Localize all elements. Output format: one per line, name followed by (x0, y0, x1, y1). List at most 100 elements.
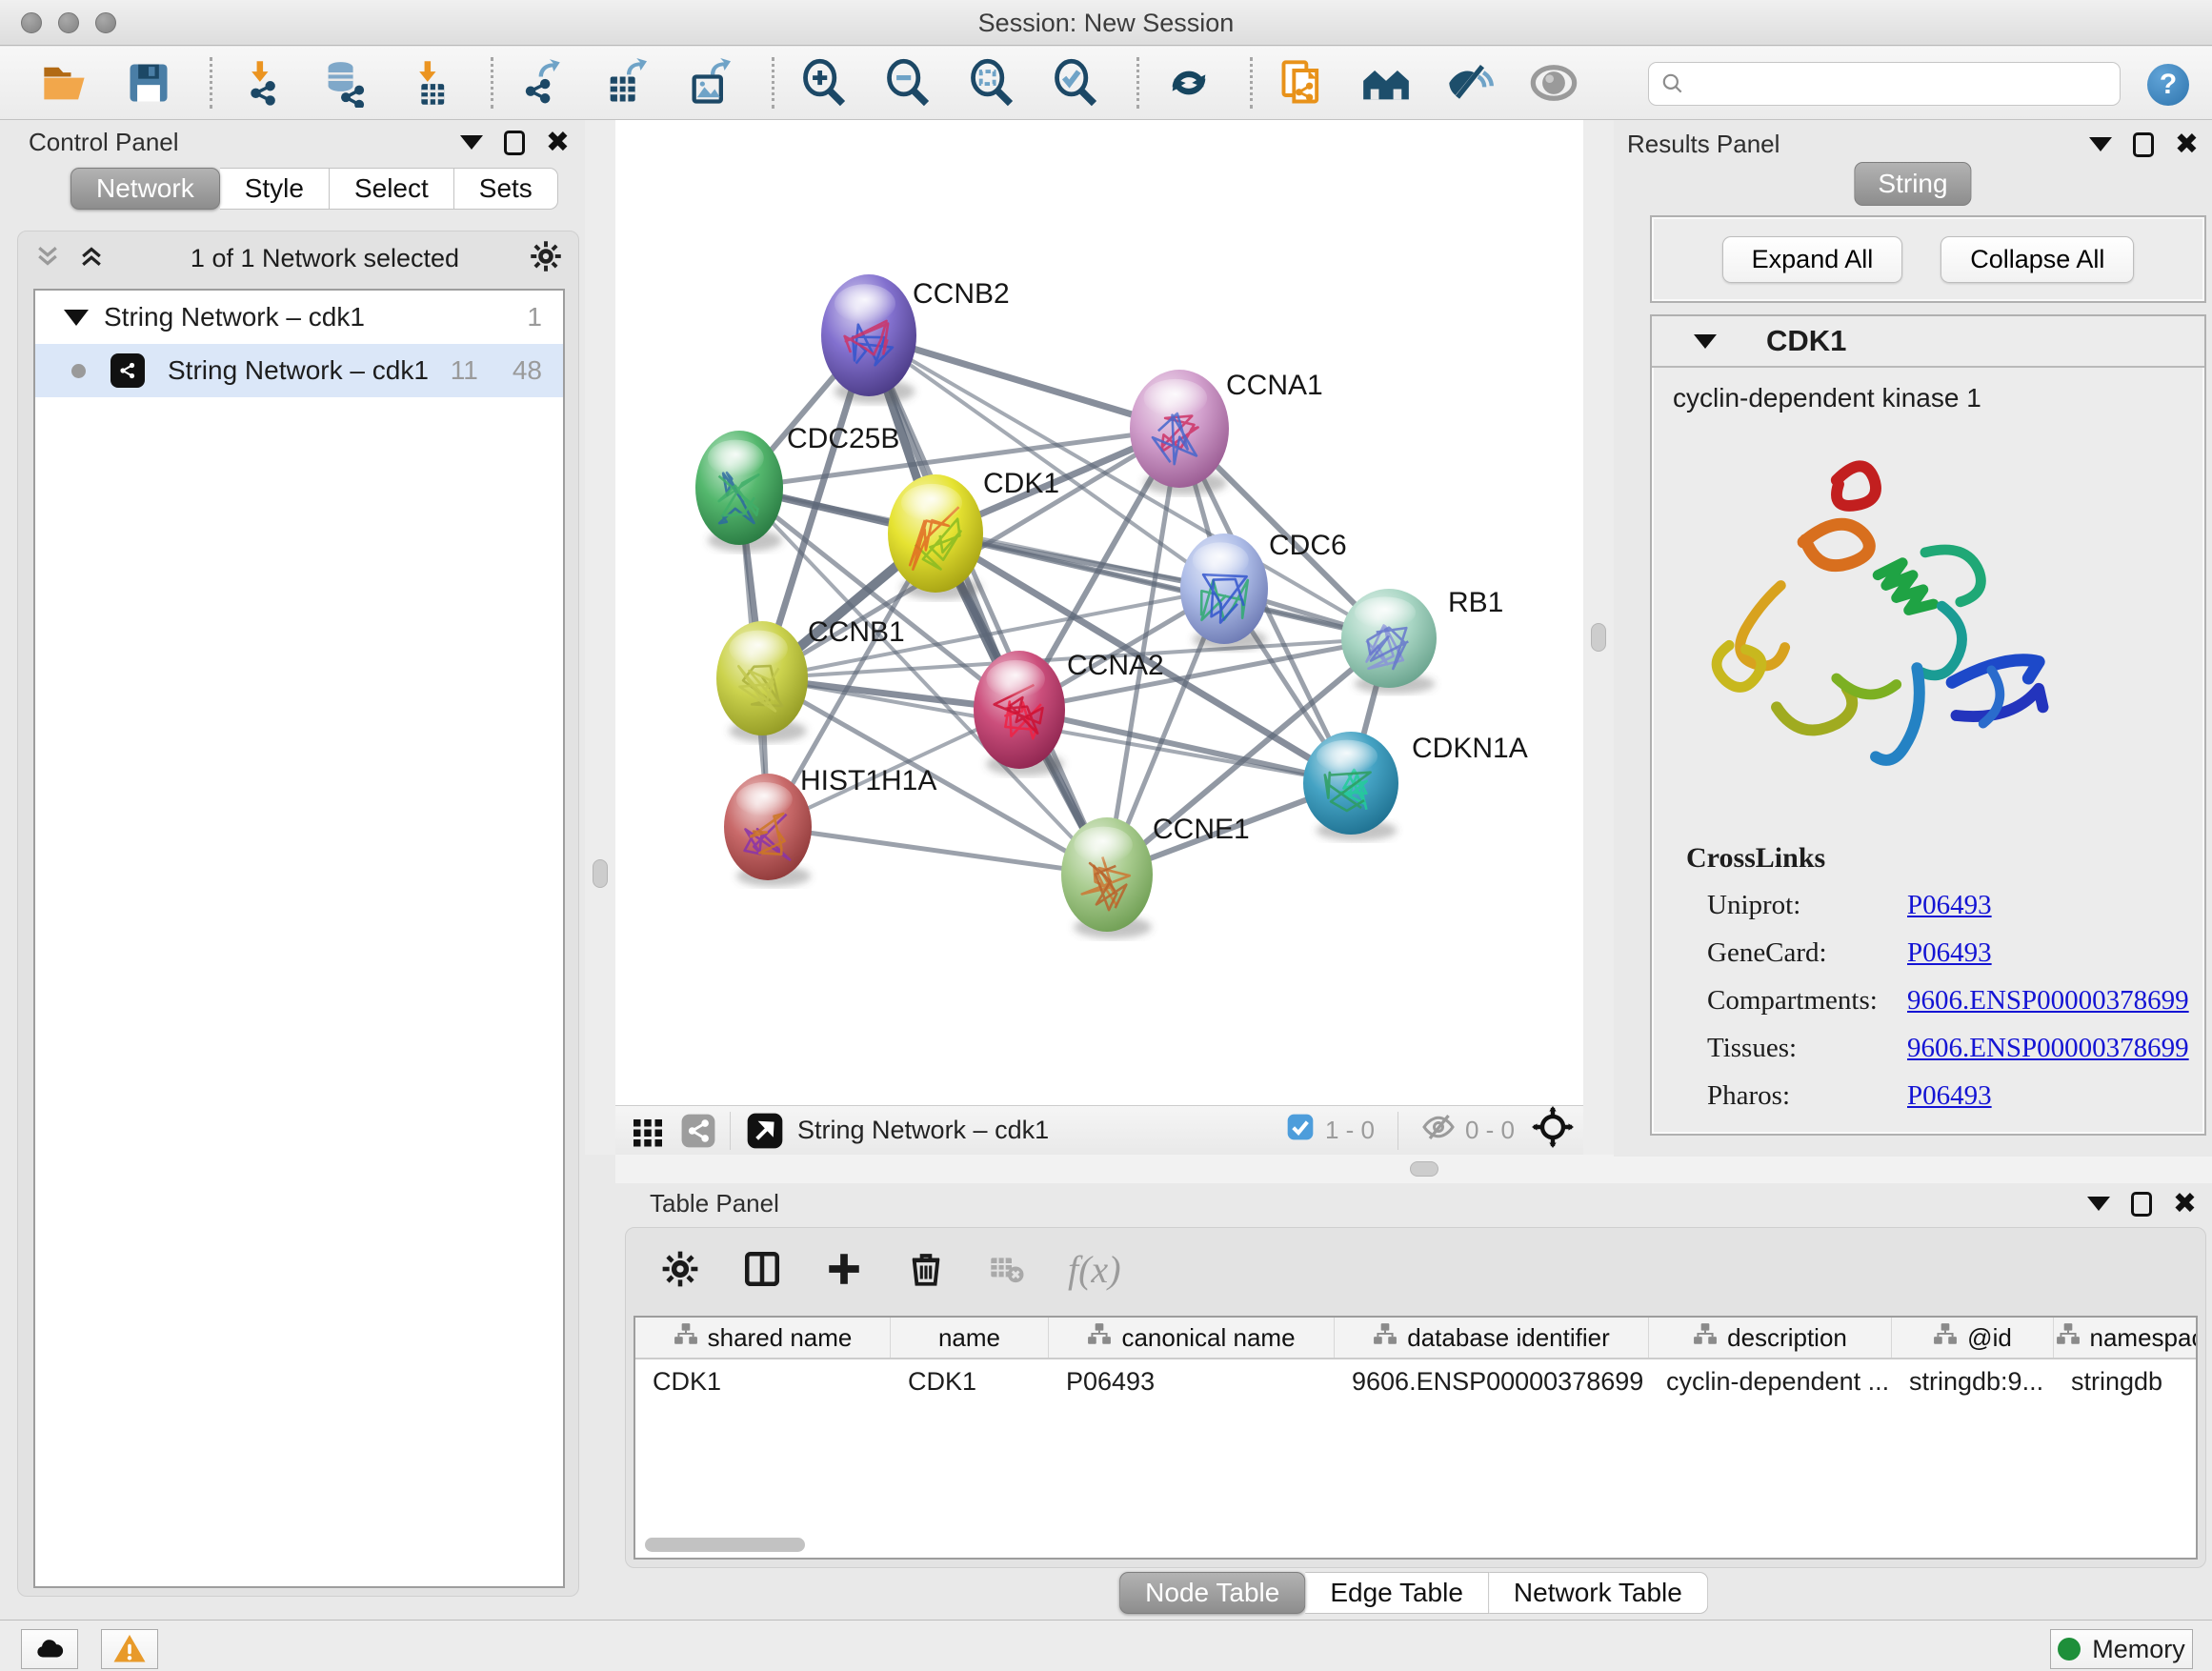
function-builder-icon[interactable]: f(x) (1068, 1247, 1121, 1292)
horizontal-splitter[interactable] (615, 1155, 2212, 1183)
collapse-all-button[interactable]: Collapse All (1941, 236, 2134, 283)
tab-network-table[interactable]: Network Table (1489, 1572, 1708, 1614)
table-cell[interactable]: stringdb:9... (1892, 1367, 2054, 1397)
table-cell[interactable]: P06493 (1049, 1367, 1335, 1397)
zoom-selected-button[interactable] (1047, 54, 1104, 111)
column-header-name[interactable]: name (891, 1318, 1049, 1358)
network-edge[interactable] (1019, 710, 1351, 783)
network-node-CCNB1[interactable] (716, 621, 808, 742)
tab-network[interactable]: Network (70, 168, 220, 210)
tab-sets[interactable]: Sets (454, 168, 558, 210)
network-node-CCNA1[interactable] (1130, 370, 1229, 494)
show-graphics-details-icon[interactable] (1525, 54, 1582, 111)
table-cell[interactable]: stringdb (2054, 1367, 2198, 1397)
network-canvas[interactable]: CCNB2CCNA1CDC25BCDK1CDC6RB1CCNB1CCNA2CDK… (615, 120, 1583, 1105)
export-table-button[interactable] (598, 54, 655, 111)
table-horizontal-scrollbar[interactable] (645, 1538, 805, 1552)
zoom-fit-button[interactable] (963, 54, 1020, 111)
search-box[interactable] (1648, 62, 2121, 106)
network-node-RB1[interactable] (1341, 589, 1437, 694)
protein-header-row[interactable]: CDK1 (1652, 316, 2204, 368)
column-header-database-identifier[interactable]: database identifier (1335, 1318, 1649, 1358)
column-header-description[interactable]: description (1649, 1318, 1892, 1358)
delete-column-icon[interactable] (906, 1249, 946, 1289)
export-image-button[interactable] (682, 54, 739, 111)
string-view-icon[interactable] (680, 1113, 716, 1149)
close-panel-icon[interactable]: ✖ (2175, 132, 2199, 157)
tree-expand-icon[interactable] (64, 310, 89, 326)
save-session-button[interactable] (120, 54, 177, 111)
crosslink-link[interactable]: P06493 (1907, 890, 1992, 921)
expand-all-networks-icon[interactable] (33, 242, 62, 275)
network-options-gear-icon[interactable] (529, 239, 563, 278)
home-networks-icon[interactable] (1357, 54, 1415, 111)
tab-style[interactable]: Style (220, 168, 330, 210)
tab-node-table[interactable]: Node Table (1119, 1572, 1305, 1614)
delete-table-icon[interactable] (988, 1250, 1026, 1288)
export-network-button[interactable] (514, 54, 572, 111)
import-network-from-database-button[interactable] (317, 54, 374, 111)
grid-view-icon[interactable] (631, 1114, 665, 1148)
tab-select[interactable]: Select (330, 168, 454, 210)
help-button[interactable]: ? (2147, 64, 2189, 106)
zoom-in-button[interactable] (795, 54, 853, 111)
search-input[interactable] (1693, 70, 2120, 98)
import-network-button[interactable] (233, 54, 291, 111)
tab-string[interactable]: String (1854, 162, 1971, 206)
close-panel-icon[interactable]: ✖ (2173, 1192, 2197, 1217)
network-collection-row[interactable]: String Network – cdk1 1 (35, 291, 563, 344)
network-edge[interactable] (768, 827, 1107, 875)
network-node-CCNA2[interactable] (974, 651, 1065, 775)
cloud-status-button[interactable] (21, 1629, 78, 1669)
memory-button[interactable]: Memory (2050, 1629, 2193, 1669)
table-cell[interactable]: cyclin-dependent ... (1649, 1367, 1892, 1397)
crosslink-link[interactable]: 9606.ENSP00000378699 (1907, 985, 2189, 1017)
selected-checkbox-icon[interactable] (1285, 1112, 1316, 1149)
right-splitter-handle[interactable] (1591, 623, 1606, 652)
column-header--id[interactable]: @id (1892, 1318, 2054, 1358)
add-column-icon[interactable] (824, 1249, 864, 1289)
network-node-CDC6[interactable] (1180, 534, 1268, 651)
network-node-CDK1[interactable] (888, 474, 983, 599)
left-splitter[interactable] (585, 120, 615, 1155)
fit-selected-crosshair-icon[interactable] (1532, 1106, 1574, 1155)
table-cell[interactable]: CDK1 (891, 1367, 1049, 1397)
column-header-canonical-name[interactable]: canonical name (1049, 1318, 1335, 1358)
string-network-graph[interactable]: CCNB2CCNA1CDC25BCDK1CDC6RB1CCNB1CCNA2CDK… (615, 120, 1583, 1105)
open-session-button[interactable] (36, 54, 93, 111)
zoom-out-button[interactable] (879, 54, 936, 111)
left-splitter-handle[interactable] (593, 859, 608, 888)
hidden-eye-icon[interactable] (1421, 1110, 1456, 1151)
collapse-all-networks-icon[interactable] (77, 242, 106, 275)
apply-layout-button[interactable] (1160, 54, 1217, 111)
collapse-panel-icon[interactable] (2087, 1197, 2110, 1211)
import-table-button[interactable] (401, 54, 458, 111)
float-panel-icon[interactable] (2131, 1192, 2152, 1217)
network-node-HIST1H1A[interactable] (724, 774, 812, 887)
crosslink-link[interactable]: P06493 (1907, 937, 1992, 969)
crosslink-link[interactable]: P06493 (1907, 1080, 1992, 1112)
expand-all-button[interactable]: Expand All (1722, 236, 1903, 283)
network-row-selected[interactable]: String Network – cdk1 11 48 (35, 344, 563, 397)
right-splitter[interactable] (1583, 120, 1614, 1155)
table-cell[interactable]: 9606.ENSP00000378699 (1335, 1367, 1649, 1397)
collapse-protein-icon[interactable] (1694, 334, 1717, 349)
network-node-CDC25B[interactable] (695, 431, 783, 552)
warnings-button[interactable] (101, 1629, 158, 1669)
table-cell[interactable]: CDK1 (635, 1367, 891, 1397)
hide-glass-effect-icon[interactable] (1441, 54, 1498, 111)
horizontal-splitter-handle[interactable] (1410, 1161, 1438, 1177)
table-row[interactable]: CDK1CDK1P064939606.ENSP00000378699cyclin… (635, 1359, 2196, 1403)
float-panel-icon[interactable] (504, 131, 525, 155)
collapse-panel-icon[interactable] (460, 135, 483, 150)
network-node-CCNE1[interactable] (1061, 817, 1153, 938)
collapse-panel-icon[interactable] (2089, 137, 2112, 151)
table-options-gear-icon[interactable] (660, 1249, 700, 1289)
show-columns-icon[interactable] (742, 1249, 782, 1289)
column-header-shared-name[interactable]: shared name (635, 1318, 891, 1358)
network-node-CCNB2[interactable] (821, 274, 916, 404)
birds-eye-view-icon[interactable] (746, 1112, 784, 1150)
crosslink-link[interactable]: 9606.ENSP00000378699 (1907, 1033, 2189, 1064)
string-protein-query-icon[interactable] (1274, 54, 1331, 111)
close-panel-icon[interactable]: ✖ (546, 131, 570, 155)
